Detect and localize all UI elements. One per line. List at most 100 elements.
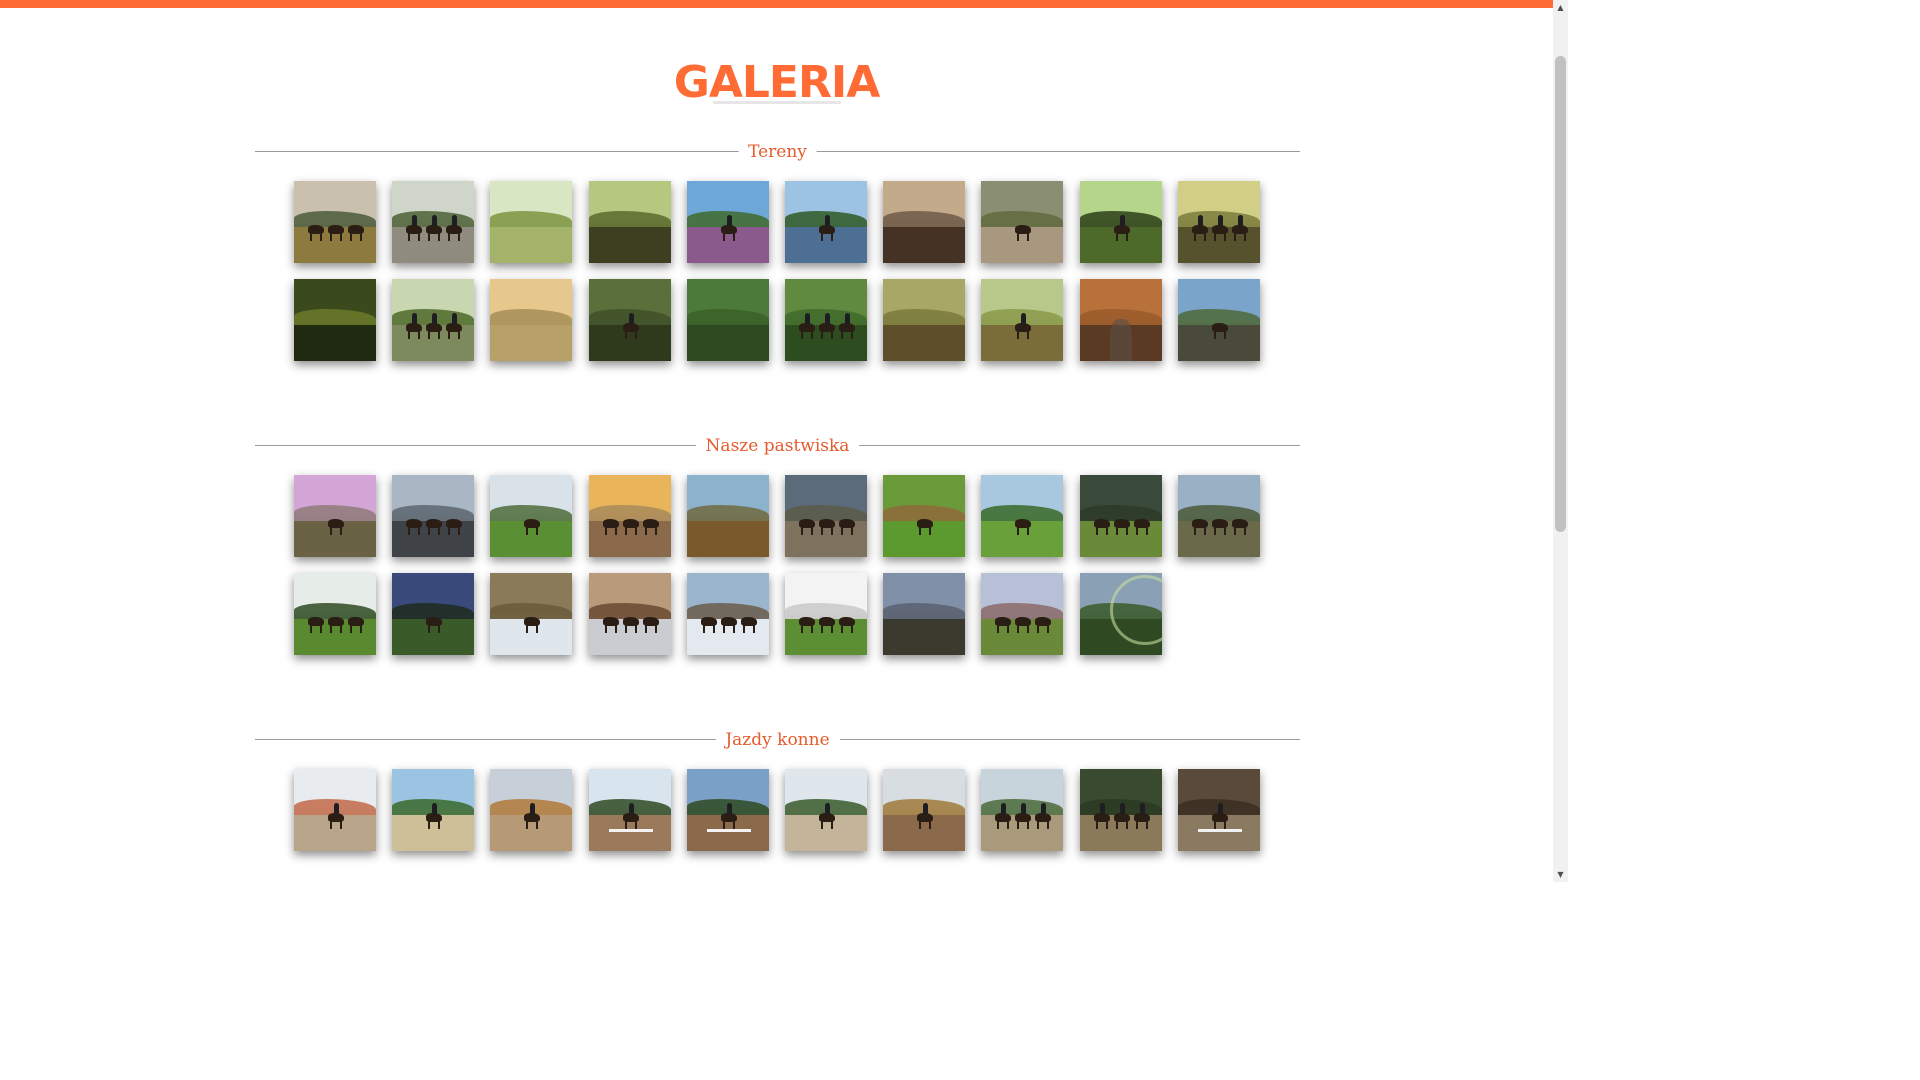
vertical-scrollbar[interactable]: ▲ ▼ [1553, 0, 1568, 882]
gallery-thumbnail[interactable] [883, 769, 965, 851]
horse-leg [645, 625, 647, 633]
horse-leg [1017, 331, 1019, 339]
horse-leg [1027, 233, 1029, 241]
horse-leg [635, 625, 637, 633]
horse-leg [1027, 331, 1029, 339]
photo-ground [883, 325, 965, 361]
forest-path [1110, 319, 1132, 361]
gallery-thumbnail[interactable] [1080, 475, 1162, 557]
gallery-thumbnail[interactable] [392, 279, 474, 361]
horse-leg [360, 233, 362, 241]
gallery-thumbnail[interactable] [589, 475, 671, 557]
gallery-thumbnail[interactable] [589, 769, 671, 851]
gallery-thumbnail[interactable] [1178, 181, 1260, 263]
gallery-thumbnail[interactable] [490, 181, 572, 263]
horse-leg [713, 625, 715, 633]
gallery-thumbnail[interactable] [392, 181, 474, 263]
scroll-up-arrow-icon[interactable]: ▲ [1553, 0, 1568, 15]
horse-leg [723, 625, 725, 633]
gallery-thumbnail[interactable] [785, 769, 867, 851]
gallery-thumbnail[interactable] [883, 279, 965, 361]
gallery-thumbnail[interactable] [1080, 181, 1162, 263]
gallery-thumbnail[interactable] [785, 475, 867, 557]
horse-leg [438, 625, 440, 633]
jump-rail [609, 829, 653, 832]
photo-ground [883, 227, 965, 263]
gallery-thumbnail[interactable] [490, 475, 572, 557]
rider-silhouette [727, 803, 732, 814]
horse-leg [605, 625, 607, 633]
rider-silhouette [432, 215, 437, 226]
gallery-thumbnail[interactable] [981, 475, 1063, 557]
gallery-thumbnail[interactable] [1178, 279, 1260, 361]
gallery-thumbnail[interactable] [687, 475, 769, 557]
gallery-thumbnail[interactable] [294, 181, 376, 263]
gallery-thumbnail[interactable] [1080, 279, 1162, 361]
horse-leg [635, 331, 637, 339]
horse-leg [1194, 527, 1196, 535]
gallery-thumbnail[interactable] [294, 279, 376, 361]
gallery-thumbnail[interactable] [294, 475, 376, 557]
horse-leg [635, 821, 637, 829]
gallery-thumbnail[interactable] [883, 475, 965, 557]
horse-leg [733, 821, 735, 829]
gallery-thumbnail[interactable] [1080, 573, 1162, 655]
gallery-thumbnail[interactable] [392, 769, 474, 851]
horse-leg [841, 625, 843, 633]
horse-leg [811, 527, 813, 535]
scrollbar-thumb[interactable] [1555, 56, 1566, 532]
horse-leg [1047, 625, 1049, 633]
gallery-thumbnail[interactable] [981, 181, 1063, 263]
gallery-thumbnail[interactable] [981, 279, 1063, 361]
gallery-thumbnail[interactable] [785, 573, 867, 655]
horse-leg [831, 821, 833, 829]
gallery-thumbnail[interactable] [490, 573, 572, 655]
horse-leg [625, 527, 627, 535]
gallery-thumbnail[interactable] [589, 573, 671, 655]
gallery-thumbnail[interactable] [687, 279, 769, 361]
gallery-thumbnail[interactable] [981, 769, 1063, 851]
rider-silhouette [432, 803, 437, 814]
gallery-thumbnail[interactable] [785, 279, 867, 361]
gallery-thumbnail[interactable] [589, 181, 671, 263]
gallery-thumbnail[interactable] [687, 769, 769, 851]
horse-leg [801, 331, 803, 339]
horse-leg [831, 331, 833, 339]
gallery-thumbnail[interactable] [687, 181, 769, 263]
horse-leg [753, 625, 755, 633]
horse-leg [1027, 625, 1029, 633]
gallery-thumbnail[interactable] [392, 573, 474, 655]
section-title: Jazdy konne [715, 725, 840, 755]
horse-leg [615, 625, 617, 633]
gallery-thumbnail[interactable] [1080, 769, 1162, 851]
gallery-thumbnail[interactable] [1178, 769, 1260, 851]
horse-leg [1017, 527, 1019, 535]
horse-leg [1146, 821, 1148, 829]
horse-leg [1047, 821, 1049, 829]
horse-leg [811, 625, 813, 633]
horse-leg [1017, 233, 1019, 241]
gallery-thumbnail[interactable] [883, 181, 965, 263]
gallery-thumbnail[interactable] [1178, 475, 1260, 557]
gallery-thumbnail[interactable] [687, 573, 769, 655]
gallery-thumbnail[interactable] [294, 769, 376, 851]
horse-leg [1096, 527, 1098, 535]
rider-silhouette [923, 803, 928, 814]
scroll-down-arrow-icon[interactable]: ▼ [1553, 867, 1568, 882]
gallery-thumbnail[interactable] [490, 279, 572, 361]
gallery-thumbnail[interactable] [883, 573, 965, 655]
gallery-thumbnail[interactable] [785, 181, 867, 263]
horse-leg [605, 527, 607, 535]
horse-leg [330, 821, 332, 829]
gallery-thumbnail[interactable] [392, 475, 474, 557]
rider-silhouette [1218, 215, 1223, 226]
photo-ground [490, 227, 572, 263]
horse-leg [1027, 821, 1029, 829]
gallery-thumbnail[interactable] [981, 573, 1063, 655]
gallery-thumbnail[interactable] [490, 769, 572, 851]
horse-leg [438, 233, 440, 241]
rider-silhouette [845, 313, 850, 324]
gallery-thumbnail[interactable] [294, 573, 376, 655]
horse-leg [1027, 527, 1029, 535]
gallery-thumbnail[interactable] [589, 279, 671, 361]
